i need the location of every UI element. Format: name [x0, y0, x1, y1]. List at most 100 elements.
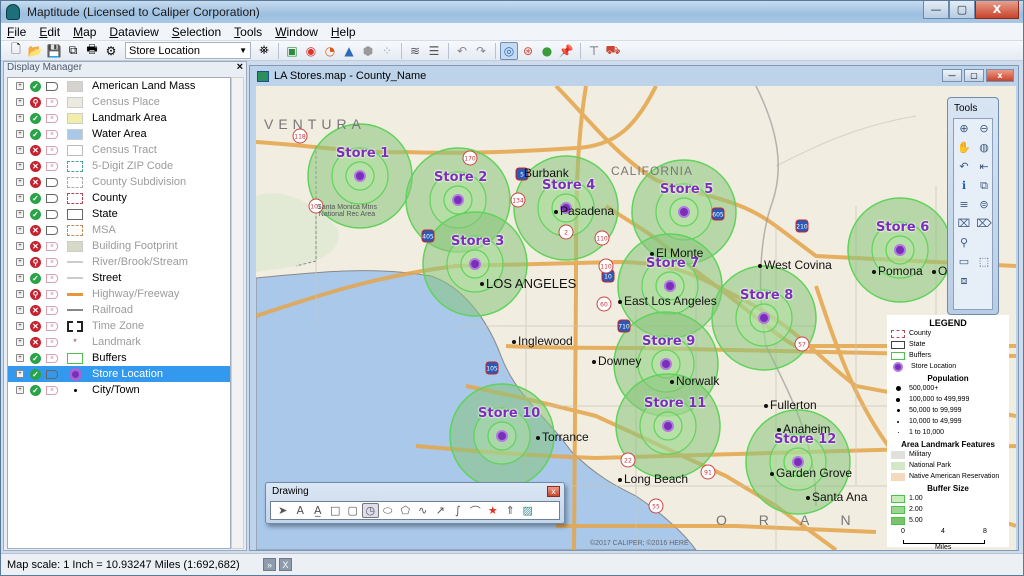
expand-icon[interactable]: +	[16, 274, 24, 282]
save-icon[interactable]: 💾	[45, 42, 63, 60]
label-toggle-icon[interactable]: ×	[46, 145, 58, 155]
menu-edit[interactable]: Edit	[39, 25, 60, 39]
menu-dataview[interactable]: Dataview	[109, 25, 158, 39]
settings-gear-icon[interactable]: ⚙	[102, 42, 120, 60]
layer-style-swatch[interactable]	[66, 240, 84, 252]
store-label[interactable]: Store 3	[451, 234, 504, 249]
layer-row[interactable]: + ✕ × Time Zone	[8, 318, 230, 334]
expand-icon[interactable]: +	[16, 354, 24, 362]
label-toggle-icon[interactable]: ×	[46, 289, 58, 299]
layer-row[interactable]: + ✓ × Buffers	[8, 350, 230, 366]
visibility-off-icon[interactable]: ✕	[30, 176, 41, 188]
store-label[interactable]: Store 11	[644, 396, 706, 411]
layer-style-swatch[interactable]	[66, 208, 84, 220]
info-icon[interactable]: ℹ	[962, 179, 966, 192]
expand-icon[interactable]: +	[16, 370, 24, 378]
expand-icon[interactable]: +	[16, 226, 24, 234]
curve-icon[interactable]: ∫	[449, 503, 467, 518]
filter-table-icon[interactable]: ⊤	[585, 42, 603, 60]
store-label[interactable]: Store 4	[542, 178, 595, 193]
north-arrow-icon[interactable]: ⇑	[502, 503, 520, 518]
pie-chart-icon[interactable]: ◔	[321, 42, 339, 60]
store-label[interactable]: Store 8	[740, 288, 793, 303]
menu-tools[interactable]: Tools	[234, 25, 262, 39]
visibility-zoom-icon[interactable]: ⚲	[30, 256, 41, 268]
store-label[interactable]: Store 5	[660, 182, 713, 197]
find-binoculars-icon[interactable]: ⛯	[255, 42, 273, 60]
visibility-on-icon[interactable]: ✓	[30, 80, 41, 92]
layer-row[interactable]: + ✓ × Water Area	[8, 126, 230, 142]
copy-map-icon[interactable]: ⧈	[961, 274, 968, 288]
layer-style-swatch[interactable]	[66, 144, 84, 156]
layer-style-swatch[interactable]	[66, 384, 84, 396]
close-panel-icon[interactable]: ×	[237, 61, 243, 73]
store-label[interactable]: Store 1	[336, 146, 389, 161]
status-close-button[interactable]: X	[279, 558, 292, 571]
layer-row[interactable]: + ✕ × 5-Digit ZIP Code	[8, 158, 230, 174]
globe-icon[interactable]: ◍	[979, 141, 989, 154]
status-expand-button[interactable]: »	[263, 558, 276, 571]
pan-hand-icon[interactable]: ✋	[957, 141, 971, 154]
label-toggle-icon[interactable]: ×	[46, 273, 58, 283]
label-toggle-icon[interactable]: ×	[46, 161, 58, 171]
label-toggle-icon[interactable]: ×	[46, 321, 58, 331]
buffer-tool-icon[interactable]: ◎	[500, 41, 518, 60]
visibility-off-icon[interactable]: ✕	[30, 160, 41, 172]
expand-icon[interactable]: +	[16, 258, 24, 266]
map-close-button[interactable]: x	[986, 69, 1014, 82]
zoom-extent-icon[interactable]: ⇤	[979, 160, 988, 173]
copy-map-icon[interactable]: ⧉	[64, 42, 82, 60]
expand-icon[interactable]: +	[16, 290, 24, 298]
layer-row[interactable]: + ✓ American Land Mass	[8, 78, 230, 94]
legend-icon[interactable]: ☰	[425, 42, 443, 60]
zoom-in-icon[interactable]: ⊕	[959, 122, 968, 135]
close-button[interactable]: X	[975, 1, 1019, 19]
label-toggle-icon[interactable]: ×	[46, 129, 58, 139]
visibility-off-icon[interactable]: ✕	[30, 144, 41, 156]
layer-select-dropdown[interactable]: Store Location ▼	[125, 42, 251, 59]
layer-style-swatch[interactable]	[66, 96, 84, 108]
layer-style-swatch[interactable]	[66, 367, 84, 381]
visibility-on-icon[interactable]: ✓	[30, 112, 41, 124]
expand-icon[interactable]: +	[16, 146, 24, 154]
layer-style-swatch[interactable]	[66, 256, 84, 268]
expand-icon[interactable]: +	[16, 98, 24, 106]
freehand-line-icon[interactable]: ∿	[414, 503, 432, 518]
expand-icon[interactable]: +	[16, 242, 24, 250]
label-toggle-icon[interactable]: ×	[46, 241, 58, 251]
visibility-off-icon[interactable]: ✕	[30, 320, 41, 332]
layer-row[interactable]: + ✓ County	[8, 190, 230, 206]
visibility-off-icon[interactable]: ✕	[30, 240, 41, 252]
radius-info-icon[interactable]: ⊜	[979, 198, 988, 211]
layer-row[interactable]: + ✓ Store Location	[8, 366, 230, 382]
expand-icon[interactable]: +	[16, 386, 24, 394]
ruler-icon[interactable]: ▭	[959, 255, 969, 268]
menu-help[interactable]: Help	[331, 25, 356, 39]
visibility-off-icon[interactable]: ✕	[30, 224, 41, 236]
label-toggle-icon[interactable]: ×	[46, 305, 58, 315]
label-toggle-icon[interactable]: ×	[46, 353, 58, 363]
curved-text-icon[interactable]: A̲	[309, 503, 327, 518]
visibility-off-icon[interactable]: ✕	[30, 304, 41, 316]
label-toggle-icon[interactable]	[46, 177, 58, 187]
image-icon[interactable]: ▨	[519, 503, 537, 518]
store-label[interactable]: Store 9	[642, 334, 695, 349]
label-toggle-icon[interactable]	[46, 369, 58, 379]
layer-style-swatch[interactable]	[66, 112, 84, 124]
map-minimize-button[interactable]: —	[942, 69, 962, 82]
print-icon[interactable]: 🖶	[83, 42, 101, 60]
layer-row[interactable]: + ⚲ × River/Brook/Stream	[8, 254, 230, 270]
layer-row[interactable]: + ✕ MSA	[8, 222, 230, 238]
edit-label-icon[interactable]: ⌦	[976, 217, 992, 230]
zoom-out-icon[interactable]: ⊖	[979, 122, 988, 135]
layer-style-swatch[interactable]	[66, 160, 84, 172]
scatter-icon[interactable]: ⁘	[378, 42, 396, 60]
layer-row[interactable]: + ✕ County Subdivision	[8, 174, 230, 190]
label-toggle-icon[interactable]	[46, 225, 58, 235]
label-toggle-icon[interactable]: ×	[46, 97, 58, 107]
layer-row[interactable]: + ⚲ × Census Place	[8, 94, 230, 110]
layer-style-swatch[interactable]	[66, 320, 84, 332]
layer-list-scrollbar[interactable]	[231, 77, 244, 549]
pointer-icon[interactable]: ➤	[274, 503, 292, 518]
layer-row[interactable]: + ✓ × Landmark Area	[8, 110, 230, 126]
